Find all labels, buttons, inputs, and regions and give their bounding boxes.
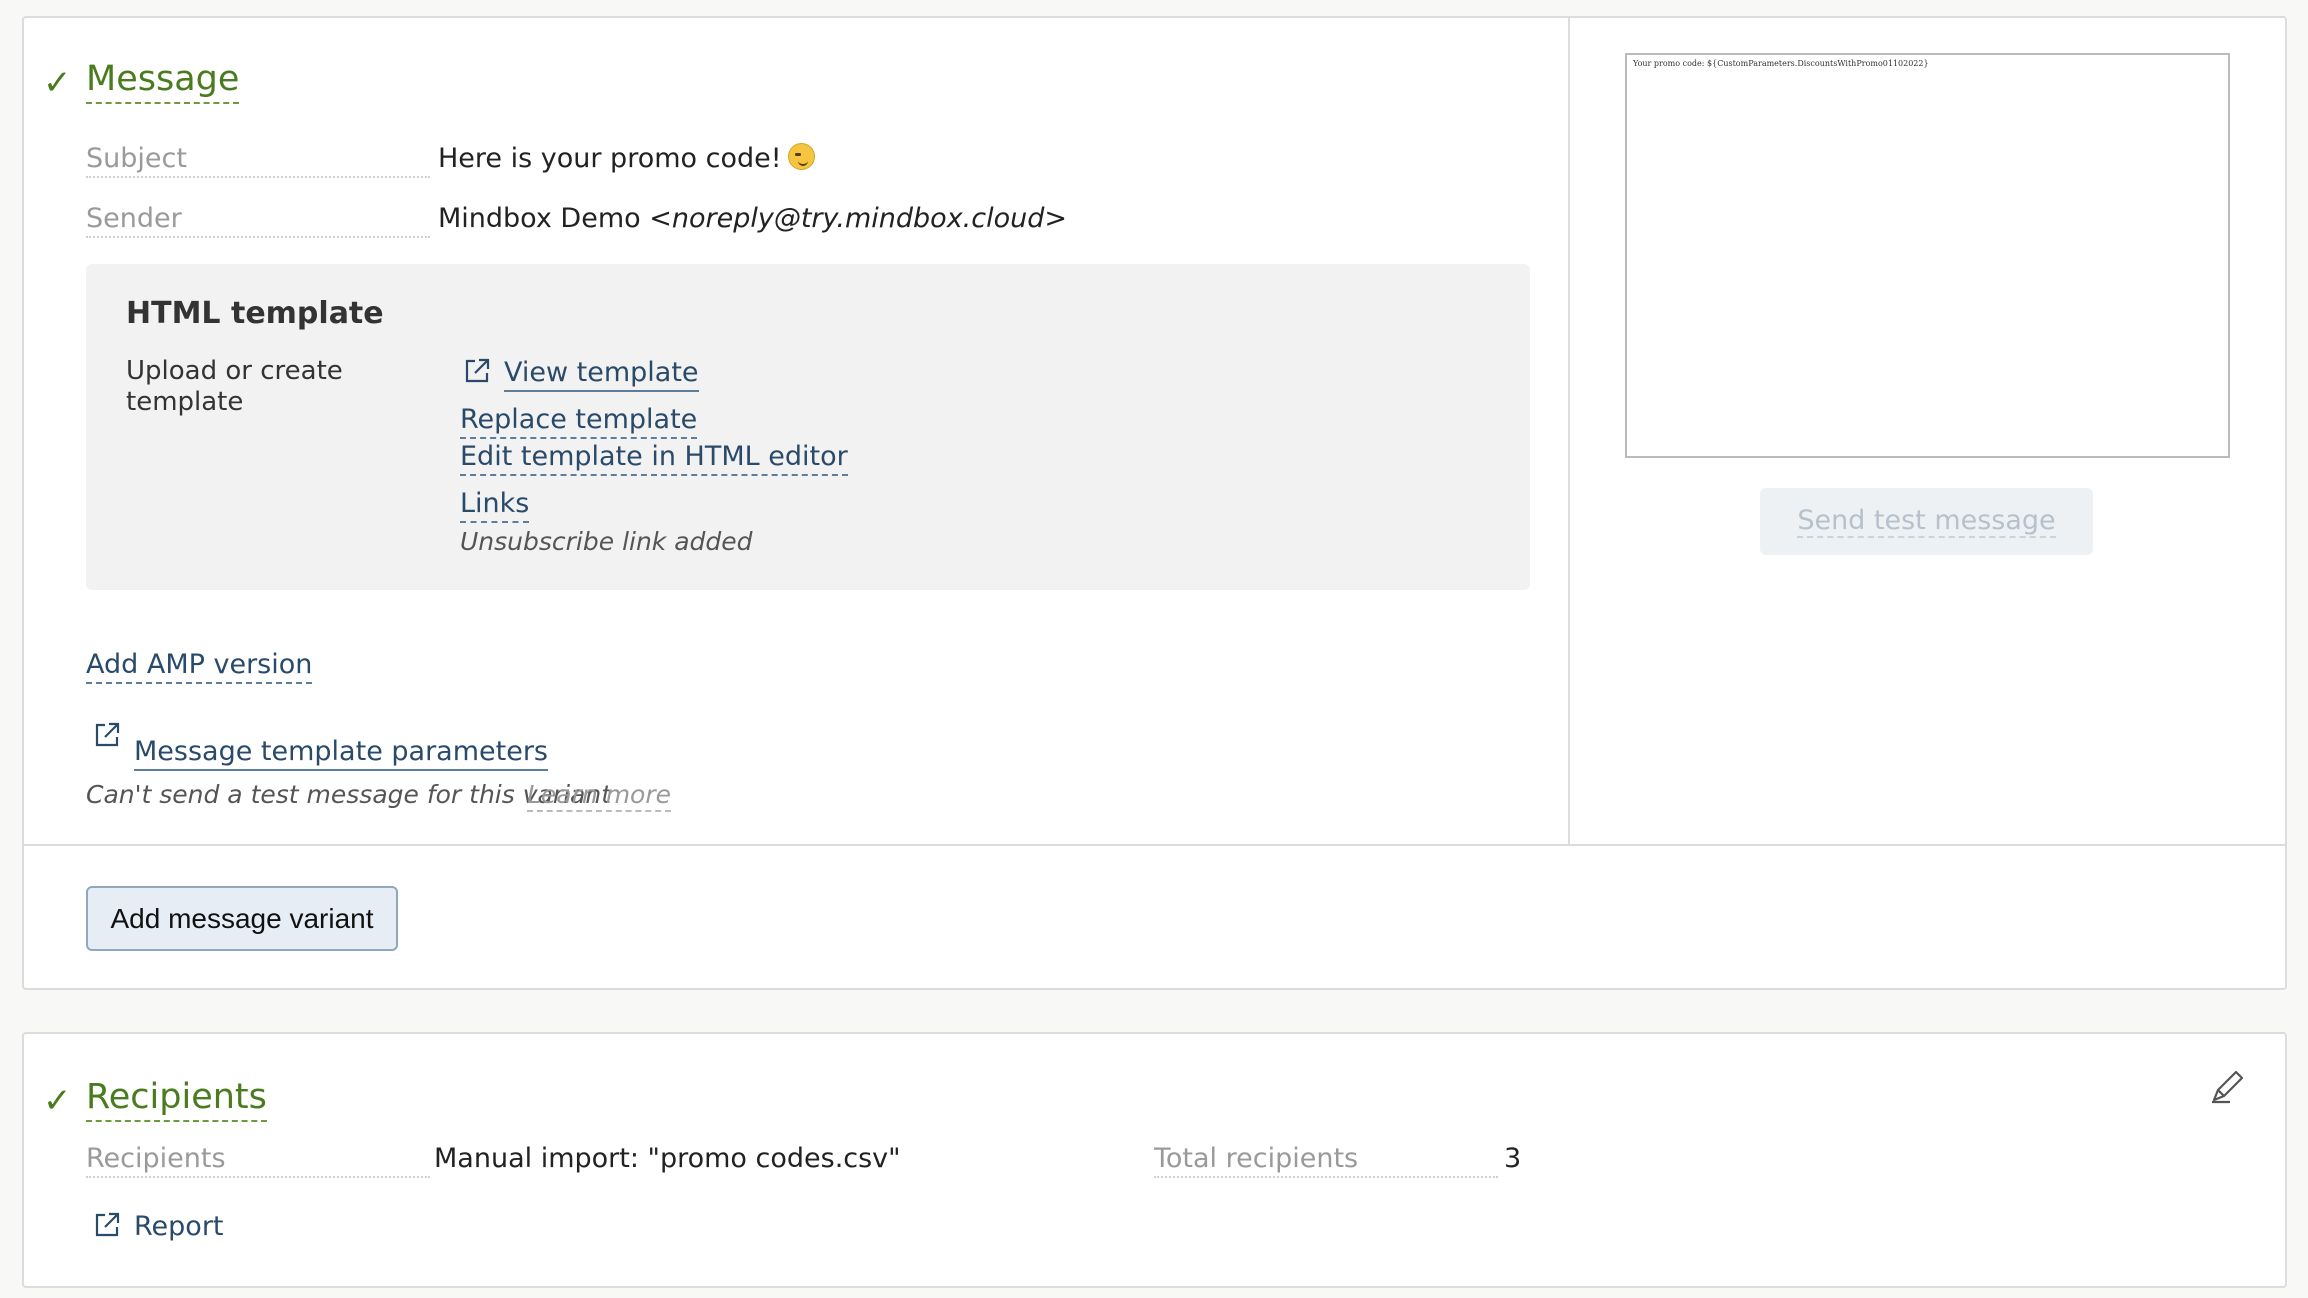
recipients-value: Manual import: "promo codes.csv" — [434, 1143, 901, 1174]
panel-divider-horizontal — [24, 844, 2285, 846]
links-link[interactable]: Links — [460, 487, 530, 523]
subject-label: Subject — [86, 142, 430, 178]
recipients-section-title[interactable]: Recipients — [86, 1076, 267, 1122]
html-template-title: HTML template — [126, 296, 384, 331]
unsubscribe-note: Unsubscribe link added — [460, 527, 753, 556]
message-section-title[interactable]: Message — [86, 58, 240, 104]
checkmark-icon: ✓ — [43, 1081, 72, 1121]
sender-label: Sender — [86, 202, 430, 238]
recipients-label: Recipients — [86, 1142, 430, 1178]
email-preview: Your promo code: ${CustomParameters.Disc… — [1625, 53, 2230, 458]
sender-value: Mindbox Demo <noreply@try.mindbox.cloud> — [438, 203, 1068, 234]
replace-template-link[interactable]: Replace template — [460, 403, 698, 439]
preview-text: Your promo code: ${CustomParameters.Disc… — [1633, 59, 1929, 68]
html-template-box: HTML template Upload or create template … — [86, 264, 1530, 590]
add-message-variant-button[interactable]: Add message variant — [86, 886, 398, 951]
report-link[interactable]: Report — [134, 1210, 224, 1244]
add-amp-version-link[interactable]: Add AMP version — [86, 648, 313, 684]
send-test-message-button[interactable]: Send test message — [1760, 488, 2093, 555]
recipients-panel: ✓ Recipients Recipients Manual import: "… — [22, 1032, 2287, 1288]
external-link-icon — [465, 358, 490, 383]
pencil-edit-icon[interactable] — [2208, 1068, 2246, 1106]
edit-in-html-editor-link[interactable]: Edit template in HTML editor — [460, 440, 848, 476]
panel-divider-vertical — [1568, 18, 1570, 846]
winking-face-emoji-icon — [787, 143, 815, 170]
view-template-link[interactable]: View template — [504, 356, 699, 392]
upload-template-label: Upload or create template — [126, 356, 343, 417]
checkmark-icon: ✓ — [43, 63, 72, 103]
total-recipients-value: 3 — [1504, 1143, 1522, 1174]
external-link-icon — [95, 722, 120, 747]
subject-value: Here is your promo code! — [438, 142, 815, 176]
message-template-parameters-link[interactable]: Message template parameters — [134, 735, 548, 771]
message-panel: ✓ Message Subject Here is your promo cod… — [22, 16, 2287, 990]
learn-more-link[interactable]: Learn more — [527, 780, 672, 812]
total-recipients-label: Total recipients — [1154, 1142, 1498, 1178]
external-link-icon — [95, 1212, 120, 1237]
